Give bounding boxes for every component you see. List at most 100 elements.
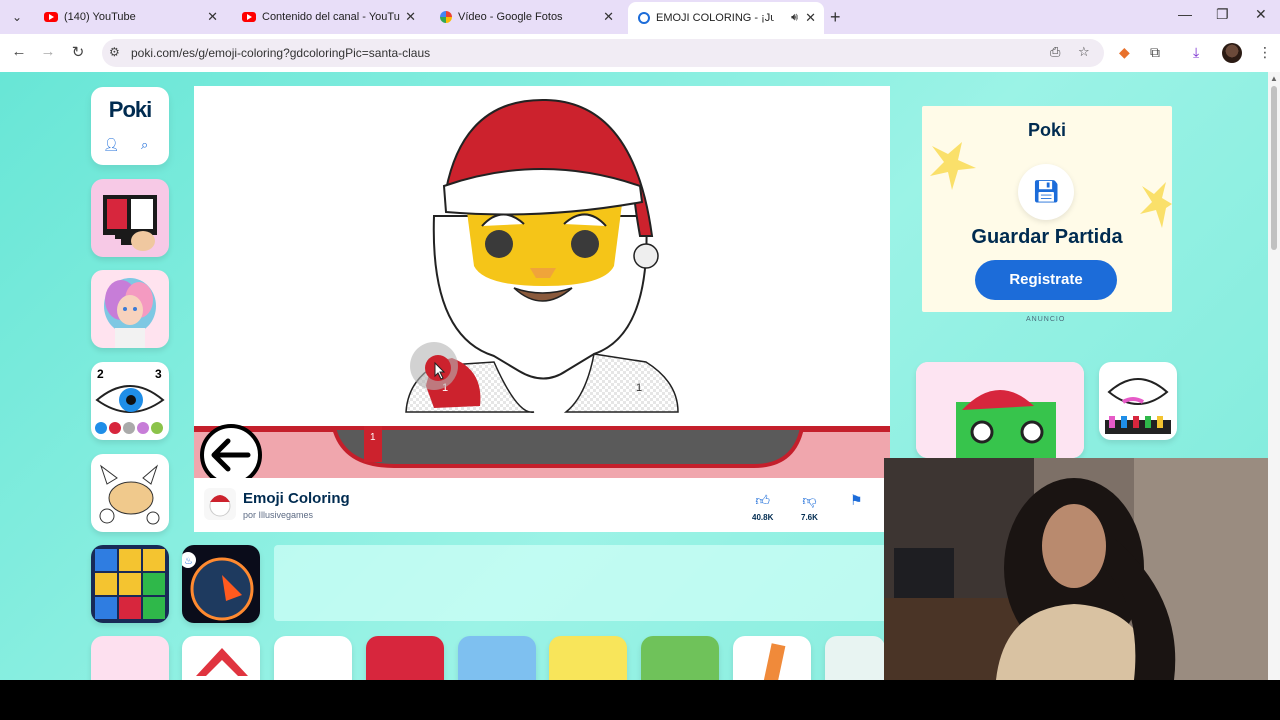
- game-thumb-pop-it[interactable]: [366, 636, 444, 680]
- ad-placeholder: [274, 545, 888, 621]
- game-thumb-planet[interactable]: ♨: [182, 545, 260, 623]
- game-thumb-christmas[interactable]: [825, 636, 885, 680]
- tab-title: EMOJI COLORING - ¡Juega: [656, 12, 774, 24]
- thumbs-up-icon: 👍︎: [755, 492, 770, 508]
- santa-coloring-image[interactable]: 1 1: [194, 86, 890, 478]
- address-bar[interactable]: ⚙ poki.com/es/g/emoji-coloring?gdcolorin…: [102, 39, 1104, 67]
- game-thumb-dress-up[interactable]: [91, 636, 169, 680]
- browser-toolbar: ← → ↻ ⚙ poki.com/es/g/emoji-coloring?gdc…: [0, 34, 1280, 72]
- game-thumb-pixel-heart[interactable]: [91, 179, 169, 257]
- red-arrow-image: [196, 648, 248, 676]
- minimize-icon[interactable]: —: [1178, 6, 1192, 22]
- url-text[interactable]: poki.com/es/g/emoji-coloring?gdcoloringP…: [131, 46, 430, 60]
- forward-arrow-icon[interactable]: →: [38, 43, 58, 60]
- browser-window: ⌄ (140) YouTube ✕ Contenido del canal - …: [0, 0, 1280, 680]
- tab-title: Vídeo - Google Fotos: [458, 11, 563, 23]
- poki-home-card[interactable]: Poki 👤︎ ⌕: [91, 87, 169, 165]
- game-thumb-eye-numbers[interactable]: 2 3: [91, 362, 169, 440]
- anime-girl-image: [104, 278, 156, 348]
- block-puzzle-image: [95, 549, 165, 619]
- search-icon[interactable]: ⌕: [141, 137, 148, 153]
- game-thumb-green-monster[interactable]: [641, 636, 719, 680]
- window-close-icon[interactable]: ✕: [1255, 6, 1267, 23]
- svg-text:2: 2: [97, 367, 104, 381]
- metamask-icon[interactable]: ◆: [1119, 44, 1130, 61]
- download-icon[interactable]: ⤓: [1193, 44, 1199, 61]
- game-canvas[interactable]: 1 1 1: [194, 86, 890, 478]
- game-thumb-lips-coloring[interactable]: [1099, 362, 1177, 440]
- game-thumb-christmas-monster[interactable]: [916, 362, 1084, 458]
- tab-search-chevron-icon[interactable]: ⌄: [6, 7, 28, 27]
- site-settings-icon[interactable]: ⚙: [109, 45, 120, 59]
- save-progress-ad[interactable]: Poki 💾︎ Guardar Partida Registrate: [922, 106, 1172, 312]
- svg-text:3: 3: [155, 367, 162, 381]
- tab-google-photos[interactable]: Vídeo - Google Fotos ✕: [430, 4, 622, 30]
- scrollbar-thumb[interactable]: [1271, 86, 1277, 250]
- ad-poki-logo: Poki: [1027, 120, 1066, 140]
- install-app-icon[interactable]: ⎙: [1050, 44, 1060, 60]
- game-thumb-block-puzzle[interactable]: [91, 545, 169, 623]
- report-flag-button[interactable]: ⚑: [850, 492, 863, 509]
- game-thumb-cat-sketch[interactable]: [91, 454, 169, 532]
- poki-logo[interactable]: Poki: [91, 97, 169, 123]
- santa-mini-icon: [209, 495, 231, 517]
- tab-youtube[interactable]: (140) YouTube ✕: [34, 4, 226, 30]
- ad-label: ANUNCIO: [1026, 316, 1066, 323]
- christmas-monster-image: [916, 362, 1084, 458]
- pencil-number: 1: [370, 432, 376, 443]
- thumbs-down-icon: 👎︎: [802, 492, 817, 508]
- new-tab-icon[interactable]: +: [830, 7, 841, 28]
- game-thumb-pencil[interactable]: [733, 636, 811, 680]
- svg-text:♨: ♨: [184, 556, 193, 567]
- webcam-person-image: [884, 458, 1280, 680]
- game-author[interactable]: por Illusivegames: [243, 510, 313, 520]
- game-thumb-red-arrow[interactable]: [182, 636, 260, 680]
- game-back-button[interactable]: [200, 424, 262, 478]
- profile-avatar[interactable]: [1222, 43, 1242, 63]
- back-arrow-icon: [211, 438, 251, 472]
- game-thumb-subway-surfers[interactable]: [458, 636, 536, 680]
- back-arrow-icon[interactable]: ←: [9, 43, 29, 60]
- extensions-puzzle-icon[interactable]: ⧉: [1150, 44, 1160, 61]
- tab-title: Contenido del canal - YouTube: [262, 11, 400, 23]
- tab-youtube-studio[interactable]: Contenido del canal - YouTube ✕: [232, 4, 424, 30]
- flag-icon: ⚑: [850, 492, 863, 508]
- dislike-button[interactable]: 👎︎ 7.6K: [801, 492, 818, 522]
- game-thumb-girl-makeup[interactable]: [91, 270, 169, 348]
- save-floppy-icon: 💾︎: [1018, 164, 1074, 220]
- close-icon[interactable]: ✕: [603, 9, 614, 25]
- pencil-image: [762, 643, 786, 680]
- eye-coloring-image: 2 3: [95, 367, 165, 434]
- bookmark-star-icon[interactable]: ☆: [1078, 44, 1090, 60]
- game-thumb-cartoon-man[interactable]: [549, 636, 627, 680]
- youtube-icon: [242, 12, 256, 22]
- maximize-icon[interactable]: ❐: [1216, 6, 1229, 23]
- game-title: Emoji Coloring: [243, 490, 350, 507]
- close-icon[interactable]: ✕: [207, 9, 218, 25]
- tab-strip: ⌄ (140) YouTube ✕ Contenido del canal - …: [0, 0, 1280, 34]
- color-tray-shape: 1: [194, 400, 890, 468]
- google-photos-icon: [440, 11, 452, 23]
- reload-icon[interactable]: ↻: [68, 43, 88, 61]
- menu-kebab-icon[interactable]: ⋮: [1258, 44, 1272, 61]
- dislike-count: 7.6K: [801, 513, 818, 522]
- game-icon: [204, 488, 236, 520]
- planet-image: ♨: [182, 552, 254, 621]
- speaker-icon[interactable]: 🔊︎: [791, 12, 798, 25]
- close-icon[interactable]: ✕: [405, 9, 416, 25]
- user-icon[interactable]: 👤︎: [103, 137, 120, 153]
- game-thumb-dots[interactable]: [274, 636, 352, 680]
- tab-title: (140) YouTube: [64, 11, 136, 23]
- like-button[interactable]: 👍︎ 40.8K: [752, 492, 773, 522]
- webcam-overlay: [884, 458, 1280, 680]
- page-scrollbar[interactable]: ▲: [1268, 72, 1280, 680]
- register-button[interactable]: Registrate: [975, 260, 1117, 300]
- color-tray: 1: [194, 400, 890, 478]
- close-icon[interactable]: ✕: [805, 10, 816, 26]
- letterbox-bar: [0, 680, 1280, 720]
- tab-emoji-coloring[interactable]: EMOJI COLORING - ¡Juega 🔊︎ ✕: [628, 2, 824, 34]
- ad-title: Guardar Partida: [971, 226, 1123, 248]
- scroll-up-icon[interactable]: ▲: [1270, 74, 1278, 83]
- cat-sketch-image: [99, 464, 160, 525]
- like-count: 40.8K: [752, 513, 774, 522]
